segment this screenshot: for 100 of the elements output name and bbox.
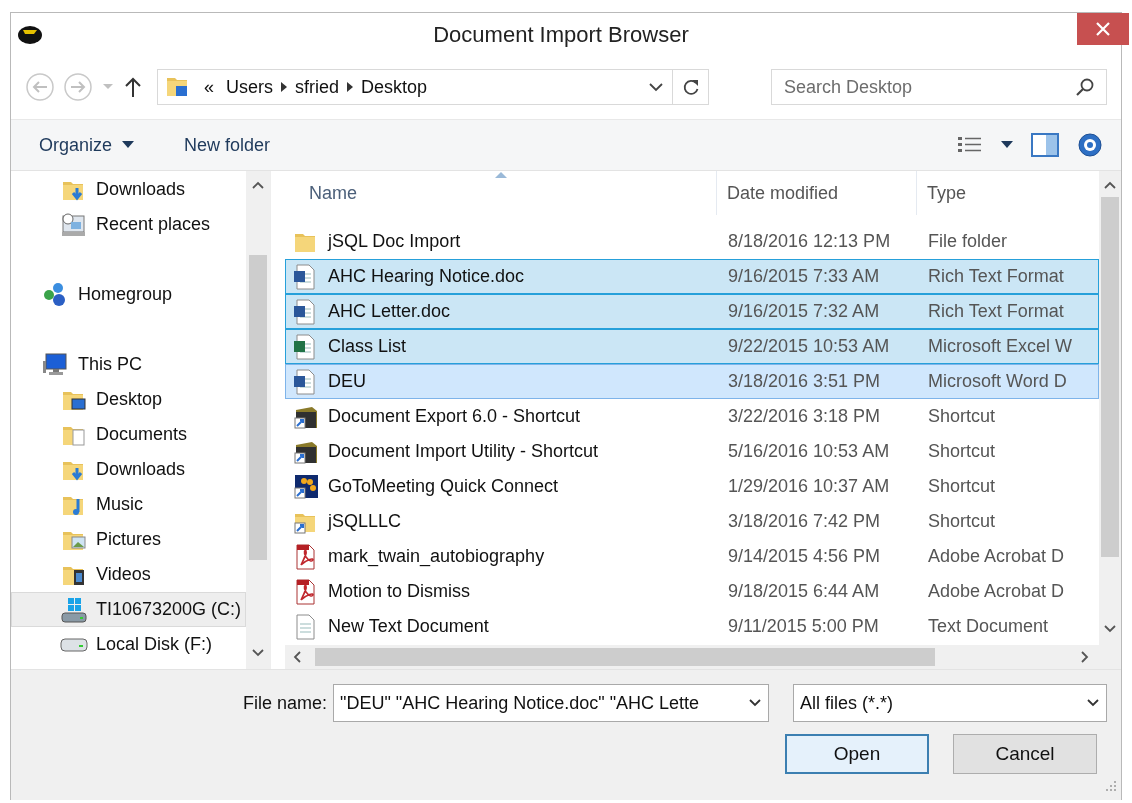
- sidebar-item[interactable]: Pictures: [11, 522, 246, 557]
- view-button[interactable]: [957, 135, 1013, 155]
- sidebar-item[interactable]: TI10673200G (C:): [11, 592, 246, 627]
- file-row[interactable]: Class List 9/22/2015 10:53 AM Microsoft Excel W: [285, 329, 1099, 364]
- type-cell-text: Text Document: [927, 615, 1050, 638]
- back-icon: [25, 72, 55, 102]
- forward-icon: [63, 72, 93, 102]
- scroll-up-icon: [1103, 179, 1117, 191]
- type-cell-text: Rich Text Format: [927, 265, 1065, 288]
- file-name: mark_twain_autobiography: [328, 545, 545, 569]
- help-button[interactable]: [1077, 132, 1103, 158]
- date-cell-text: 9/22/2015 10:53 AM: [727, 335, 891, 358]
- sidebar-item[interactable]: This PC: [11, 347, 246, 382]
- file-row[interactable]: GoToMeeting Quick Connect 1/29/2016 10:37 AM Shortcut: [285, 469, 1099, 504]
- caret-icon: [101, 82, 115, 92]
- scroll-down-icon: [251, 647, 265, 659]
- column-header[interactable]: Name: [285, 171, 717, 215]
- column-header[interactable]: Date modified: [717, 171, 917, 215]
- breadcrumb[interactable]: Desktop: [355, 73, 434, 101]
- file-name: GoToMeeting Quick Connect: [328, 475, 559, 498]
- file-type-dropdown[interactable]: All files (*.*): [793, 684, 1107, 722]
- file-row[interactable]: mark_twain_autobiography 9/14/2015 4:56 PM Adobe Acrobat D: [285, 539, 1099, 574]
- cancel-button[interactable]: Cancel: [953, 734, 1097, 774]
- windows-drive-icon: [60, 595, 88, 624]
- date-cell-text: 9/11/2015 5:00 PM: [727, 615, 880, 638]
- scroll-up-icon: [251, 179, 265, 191]
- type-cell-text: Adobe Acrobat D: [927, 545, 1066, 568]
- sidebar-item[interactable]: Downloads: [11, 172, 246, 207]
- scroll-right-icon: [1079, 650, 1091, 664]
- refresh-icon: [681, 78, 700, 96]
- file-name: Document Export 6.0 - Shortcut: [328, 405, 581, 428]
- resize-grip-icon: [1105, 780, 1117, 792]
- file-name: jSQL Doc Import: [328, 230, 461, 253]
- scrollbar-thumb[interactable]: [315, 648, 935, 666]
- details-view-icon: [957, 135, 983, 155]
- breadcrumb[interactable]: sfried: [289, 73, 346, 101]
- file-row[interactable]: jSQLLLC 3/18/2016 7:42 PM Shortcut: [285, 504, 1099, 539]
- search-field[interactable]: Search Desktop: [771, 69, 1107, 105]
- drive-icon: [60, 637, 88, 652]
- file-name-field[interactable]: "DEU" "AHC Hearing Notice.doc" "AHC Lette: [333, 684, 769, 722]
- sidebar-item[interactable]: Recent places: [11, 207, 246, 242]
- date-cell-text: 9/16/2015 7:32 AM: [727, 300, 881, 323]
- scrollbar-thumb[interactable]: [1101, 197, 1119, 557]
- date-cell-text: 5/16/2016 10:53 AM: [727, 440, 891, 463]
- sidebar-item[interactable]: Videos: [11, 557, 246, 592]
- sidebar-item[interactable]: Local Disk (F:): [11, 627, 246, 662]
- recent-places-icon: [60, 210, 88, 239]
- file-row[interactable]: DEU 3/18/2016 3:51 PM Microsoft Word D: [285, 364, 1099, 399]
- date-cell-text: 3/18/2016 3:51 PM: [727, 370, 882, 393]
- sidebar-item[interactable]: Music: [11, 487, 246, 522]
- type-cell-text: Microsoft Word D: [927, 370, 1068, 393]
- date-cell-text: 3/18/2016 7:42 PM: [727, 510, 882, 533]
- sidebar-item[interactable]: Desktop: [11, 382, 246, 417]
- sidebar-item[interactable]: Downloads: [11, 452, 246, 487]
- file-row[interactable]: New Text Document 9/11/2015 5:00 PM Text Document: [285, 609, 1099, 644]
- sidebar-item[interactable]: Documents: [11, 417, 246, 452]
- breadcrumb[interactable]: Users: [220, 73, 280, 101]
- type-cell-text: Shortcut: [927, 440, 997, 463]
- search-icon: [1075, 77, 1095, 97]
- help-icon: [1077, 132, 1103, 158]
- type-cell-text: Microsoft Excel W: [927, 335, 1074, 358]
- file-name: New Text Document: [328, 615, 489, 638]
- type-cell-text: Shortcut: [927, 475, 997, 498]
- file-row[interactable]: AHC Letter.doc 9/16/2015 7:32 AM Rich Text Format: [285, 294, 1099, 329]
- file-row[interactable]: jSQL Doc Import 8/18/2016 12:13 PM File folder: [285, 224, 1099, 259]
- date-cell-text: 3/22/2016 3:18 PM: [727, 405, 882, 428]
- file-name: AHC Hearing Notice.doc: [328, 265, 525, 288]
- file-name: Class List: [328, 335, 407, 358]
- type-cell-text: Adobe Acrobat D: [927, 580, 1066, 603]
- file-name: DEU: [328, 370, 366, 393]
- file-name: Document Import Utility - Shortcut: [328, 440, 599, 463]
- open-button[interactable]: Open: [785, 734, 929, 774]
- close-button[interactable]: [1077, 13, 1129, 45]
- caret-icon: [1086, 698, 1100, 708]
- caret-icon: [1001, 141, 1013, 149]
- date-cell-text: 1/29/2016 10:37 AM: [727, 475, 891, 498]
- menu-button[interactable]: Organize: [39, 131, 135, 159]
- scrollbar-thumb[interactable]: [249, 255, 267, 560]
- file-row[interactable]: AHC Hearing Notice.doc 9/16/2015 7:33 AM Rich Text Format: [285, 259, 1099, 294]
- overflow-button[interactable]: «: [198, 73, 220, 101]
- type-cell-text: Shortcut: [927, 405, 997, 428]
- window-title: Document Import Browser: [432, 20, 690, 49]
- column-header[interactable]: Type: [917, 171, 1077, 215]
- shortcut-icon: [292, 472, 320, 501]
- scroll-down-icon: [1103, 623, 1117, 635]
- date-cell-text: 9/14/2015 4:56 PM: [727, 545, 882, 568]
- file-row[interactable]: Document Export 6.0 - Shortcut 3/22/2016 3:18 PM Shortcut: [285, 399, 1099, 434]
- file-row[interactable]: Motion to Dismiss 9/18/2015 6:44 AM Adobe Acrobat D: [285, 574, 1099, 609]
- date-cell-text: 9/18/2015 6:44 AM: [727, 580, 881, 603]
- date-cell-text: 9/16/2015 7:33 AM: [727, 265, 881, 288]
- sidebar-item[interactable]: Homegroup: [11, 277, 246, 312]
- scroll-left-icon: [291, 650, 303, 664]
- date-cell-text: 8/18/2016 12:13 PM: [727, 230, 892, 253]
- up-button[interactable]: [123, 75, 143, 99]
- preview-pane-button[interactable]: [1031, 133, 1059, 157]
- toolbar-button[interactable]: New folder: [184, 131, 271, 159]
- type-cell-text: Rich Text Format: [927, 300, 1065, 323]
- type-cell-text: Shortcut: [927, 510, 997, 533]
- address-bar[interactable]: « Users sfried Desktop: [157, 69, 709, 105]
- file-row[interactable]: Document Import Utility - Shortcut 5/16/2016 10:53 AM Shortcut: [285, 434, 1099, 469]
